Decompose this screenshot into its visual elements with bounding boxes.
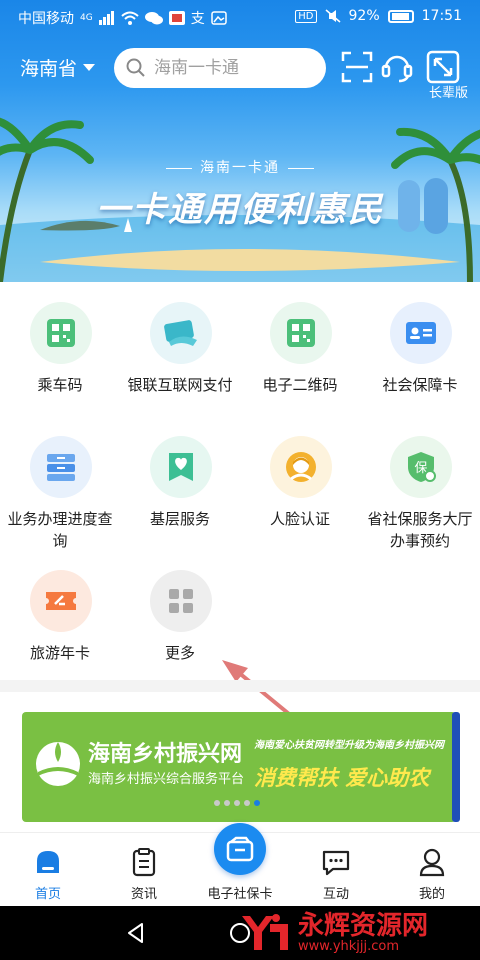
carousel-dot[interactable]	[214, 800, 220, 806]
service-community[interactable]: 基层服务	[120, 432, 240, 552]
search-input[interactable]	[154, 58, 304, 78]
ticket-icon	[30, 570, 92, 632]
service-social-security-card[interactable]: 社会保障卡	[360, 298, 480, 418]
carousel-dot-active[interactable]	[254, 800, 260, 806]
service-label: 更多	[164, 644, 195, 662]
face-icon	[270, 436, 332, 498]
watermark-logo	[242, 914, 288, 950]
app-badge-icon	[168, 11, 185, 25]
service-label: 基层服务	[149, 510, 210, 528]
promo-next-edge	[452, 712, 460, 822]
service-label: 业务办理进度查询	[7, 510, 113, 550]
tab-label: 资讯	[130, 887, 157, 902]
clock-time: 17:51	[421, 8, 462, 24]
carousel-dots	[214, 800, 260, 806]
bottom-tab-bar: 首页 资讯 电子社保卡 互动 我的	[0, 823, 480, 907]
tab-label: 首页	[34, 887, 61, 902]
promo-tagline-small: 海南爱心扶贫网转型升级为海南乡村振兴网	[254, 740, 444, 751]
customer-service-icon[interactable]	[380, 50, 414, 84]
qr-code-icon	[270, 302, 332, 364]
service-face-auth[interactable]: 人脸认证	[240, 432, 360, 552]
promo-title: 海南乡村振兴网	[88, 742, 243, 767]
service-label: 乘车码	[37, 376, 83, 394]
province-selector[interactable]: 海南省	[20, 54, 96, 81]
search-icon	[126, 58, 145, 77]
card-payment-icon	[150, 302, 212, 364]
service-label: 人脸认证	[269, 510, 330, 528]
watermark: 永辉资源网 www.yhkjjj.com	[236, 906, 480, 960]
battery-percent: 92%	[348, 8, 380, 24]
network-text: 4G	[80, 13, 93, 23]
wechat-icon	[144, 12, 163, 25]
appointment-icon: 保	[390, 436, 452, 498]
tab-label: 我的	[418, 887, 445, 902]
section-divider	[0, 680, 480, 692]
service-label: 旅游年卡	[29, 644, 90, 662]
hd-text: HD	[295, 9, 317, 23]
tab-mine[interactable]: 我的	[384, 833, 480, 907]
service-more[interactable]: 更多	[120, 566, 240, 686]
tab-label: 互动	[322, 887, 349, 902]
beach-scene	[0, 117, 480, 282]
carousel-dot[interactable]	[224, 800, 230, 806]
banner-subtitle: 海南一卡通	[0, 157, 480, 177]
qr-code-icon	[30, 302, 92, 364]
more-grid-icon	[150, 570, 212, 632]
service-ride-code[interactable]: 乘车码	[0, 298, 120, 418]
tab-interaction[interactable]: 互动	[288, 833, 384, 907]
alipay-icon: 支	[190, 11, 205, 27]
banner-title: 一卡通用便利惠民	[96, 190, 384, 230]
search-box[interactable]	[114, 48, 326, 88]
news-icon	[132, 848, 156, 877]
carrier-text: 中国移动	[18, 11, 74, 27]
hero-header: 中国移动 4G 支 HD 92% 17:51 海南省 海南一卡通 长辈版 海南一…	[0, 0, 480, 282]
mute-icon	[325, 9, 341, 23]
battery-icon	[387, 9, 414, 23]
service-travel-card[interactable]: 旅游年卡	[0, 566, 120, 686]
tab-label: 电子社保卡	[207, 887, 273, 902]
service-label: 银联互联网支付	[127, 376, 233, 394]
id-card-icon	[390, 302, 452, 364]
watermark-url: www.yhkjjj.com	[298, 939, 400, 954]
province-label: 海南省	[20, 58, 78, 80]
promo-tagline-big: 消费帮扶 爱心助农	[254, 766, 430, 790]
caret-down-icon	[83, 64, 96, 71]
promo-subtitle: 海南乡村振兴综合服务平台	[88, 772, 245, 787]
wallet-icon	[214, 823, 266, 875]
home-icon	[37, 851, 59, 873]
carousel-dot[interactable]	[244, 800, 250, 806]
service-social-hall-appointment[interactable]: 保 省社保服务大厅办事预约	[360, 432, 480, 552]
service-e-qr[interactable]: 电子二维码	[240, 298, 360, 418]
service-label: 社会保障卡	[382, 376, 458, 394]
elder-mode-label[interactable]: 长辈版	[429, 82, 468, 101]
image-icon	[210, 11, 227, 25]
progress-query-icon	[30, 436, 92, 498]
chat-icon	[322, 850, 350, 876]
back-nav-icon[interactable]	[124, 921, 148, 945]
service-unionpay[interactable]: 银联互联网支付	[120, 298, 240, 418]
elder-mode-icon[interactable]	[426, 50, 460, 84]
heart-hand-icon	[150, 436, 212, 498]
watermark-name: 永辉资源网	[298, 911, 429, 941]
header-toolbar: 海南省	[0, 44, 480, 92]
tab-e-social-card[interactable]: 电子社保卡	[192, 823, 288, 907]
signal-icon	[98, 11, 114, 25]
wifi-icon	[121, 11, 139, 25]
status-bar: 中国移动 4G 支 HD 92% 17:51	[0, 0, 480, 34]
service-label: 电子二维码	[262, 376, 338, 394]
tab-home[interactable]: 首页	[0, 833, 96, 907]
rural-logo-icon	[36, 742, 80, 786]
scan-icon[interactable]	[340, 50, 374, 84]
tab-news[interactable]: 资讯	[96, 833, 192, 907]
carousel-dot[interactable]	[234, 800, 240, 806]
service-progress-query[interactable]: 业务办理进度查询	[0, 432, 120, 552]
profile-icon	[419, 848, 445, 877]
service-label: 省社保服务大厅办事预约	[367, 510, 473, 550]
